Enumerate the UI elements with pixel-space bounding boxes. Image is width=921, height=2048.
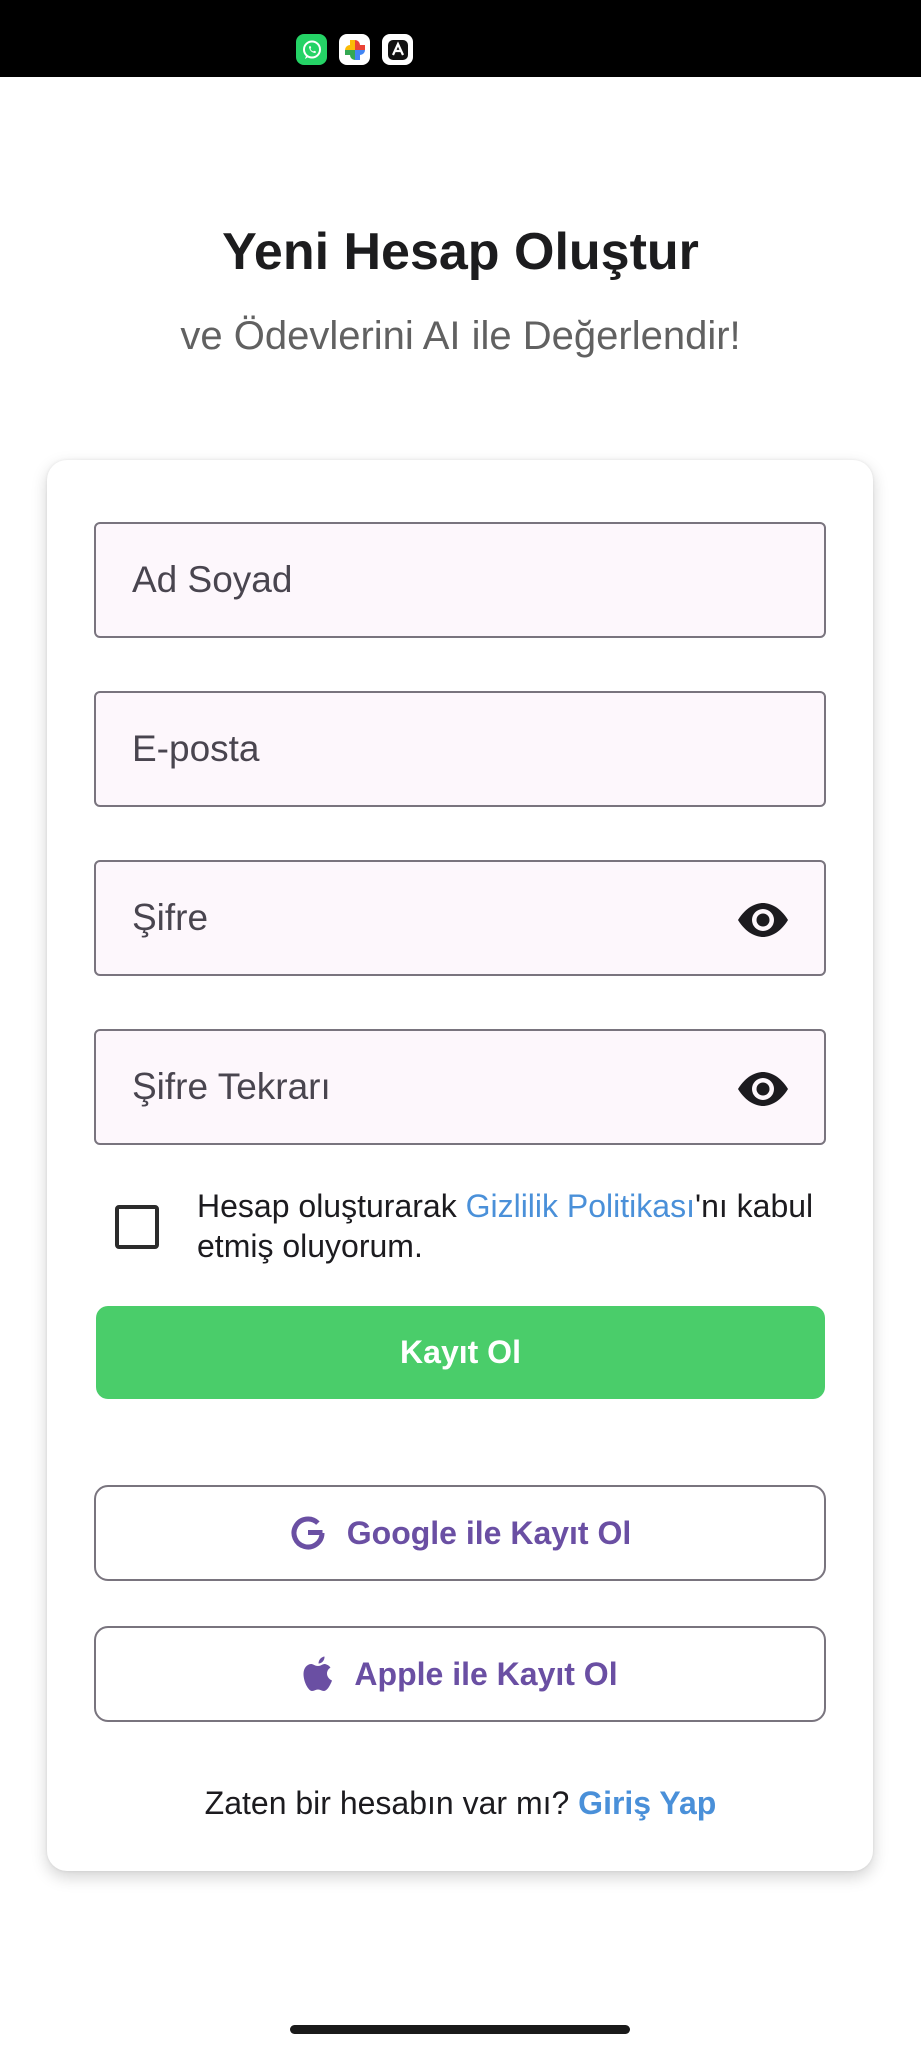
password-field[interactable]	[94, 860, 826, 976]
whatsapp-icon	[296, 34, 327, 65]
notification-icons	[296, 34, 413, 65]
google-photos-icon	[339, 34, 370, 65]
home-indicator[interactable]	[290, 2025, 630, 2034]
privacy-consent-text: Hesap oluşturarak Gizlilik Politikası'nı…	[197, 1186, 817, 1266]
email-input[interactable]	[96, 693, 824, 805]
signup-screen: Yeni Hesap Oluştur ve Ödevlerini AI ile …	[0, 0, 921, 2048]
password-confirm-input[interactable]	[96, 1031, 824, 1143]
cs-app-icon	[382, 34, 413, 65]
login-link[interactable]: Giriş Yap	[578, 1785, 716, 1821]
status-bar	[0, 0, 921, 77]
eye-icon[interactable]	[736, 898, 790, 942]
login-prompt: Zaten bir hesabın var mı? Giriş Yap	[0, 1785, 921, 1822]
apple-signup-label: Apple ile Kayıt Ol	[354, 1655, 618, 1692]
privacy-consent-checkbox[interactable]	[115, 1205, 159, 1249]
register-button[interactable]: Kayıt Ol	[96, 1306, 825, 1399]
privacy-policy-link[interactable]: Gizlilik Politikası	[466, 1188, 695, 1224]
google-signup-label: Google ile Kayıt Ol	[346, 1514, 632, 1551]
google-icon	[289, 1514, 327, 1552]
page-subtitle: ve Ödevlerini AI ile Değerlendir!	[180, 314, 741, 358]
apple-icon	[302, 1655, 334, 1693]
full-name-field[interactable]	[94, 522, 826, 638]
register-button-label: Kayıt Ol	[400, 1334, 521, 1370]
login-prompt-text: Zaten bir hesabın var mı?	[204, 1785, 579, 1821]
password-input[interactable]	[96, 862, 824, 974]
page-title: Yeni Hesap Oluştur	[222, 223, 699, 281]
google-signup-button[interactable]: Google ile Kayıt Ol	[94, 1485, 826, 1581]
consent-prefix: Hesap oluşturarak	[197, 1188, 466, 1224]
eye-icon[interactable]	[736, 1067, 790, 1111]
full-name-input[interactable]	[96, 524, 824, 636]
email-field[interactable]	[94, 691, 826, 807]
password-confirm-field[interactable]	[94, 1029, 826, 1145]
apple-signup-button[interactable]: Apple ile Kayıt Ol	[94, 1626, 826, 1722]
